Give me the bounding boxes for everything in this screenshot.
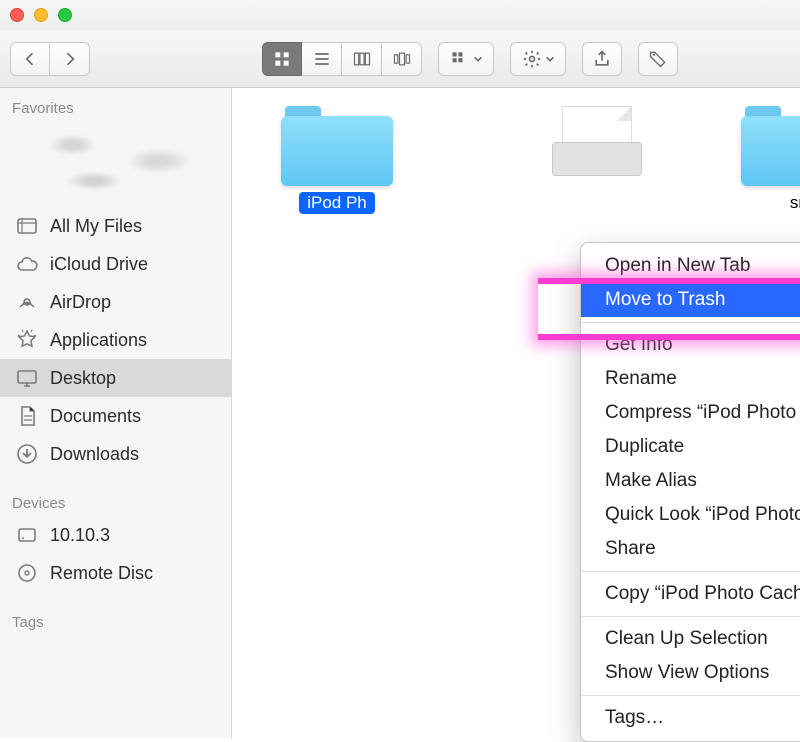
all-my-files-icon [14,213,40,239]
window-titlebar [0,0,800,30]
share-icon [592,49,612,69]
ctx-tags[interactable]: Tags… [581,701,800,735]
context-menu: Open in New Tab Move to Trash Get Info R… [580,242,800,742]
view-mode-segment [262,42,422,76]
menu-separator [581,322,800,323]
ctx-quick-look[interactable]: Quick Look “iPod Photo Cache” [581,498,800,532]
sidebar-item-label: AirDrop [50,292,111,313]
columns-icon [352,49,372,69]
sidebar-item-airdrop[interactable]: AirDrop [0,283,231,321]
sidebar-item-label: 10.10.3 [50,525,110,546]
action-button[interactable] [510,42,566,76]
ctx-rename[interactable]: Rename [581,362,800,396]
list-icon [312,49,332,69]
airdrop-icon [14,289,40,315]
file-label: iPod Ph [299,192,375,214]
file-item-printer[interactable] [532,106,662,192]
chevron-down-icon [545,54,555,64]
coverflow-view-button[interactable] [382,42,422,76]
redacted-area [8,121,223,201]
list-view-button[interactable] [302,42,342,76]
ctx-open-in-new-tab[interactable]: Open in New Tab [581,249,800,283]
minimize-window-button[interactable] [34,8,48,22]
ctx-show-view-options[interactable]: Show View Options [581,656,800,690]
menu-separator [581,695,800,696]
sidebar-item-documents[interactable]: Documents [0,397,231,435]
sidebar-header-tags: Tags [0,606,231,635]
column-view-button[interactable] [342,42,382,76]
sidebar-item-label: Desktop [50,368,116,389]
file-label: sr [782,192,800,214]
cloud-icon [14,251,40,277]
sidebar-header-favorites: Favorites [0,92,231,121]
ctx-move-to-trash[interactable]: Move to Trash [581,283,800,317]
ctx-share[interactable]: Share▶ [581,532,800,566]
documents-icon [14,403,40,429]
close-window-button[interactable] [10,8,24,22]
grid-icon [272,49,292,69]
sidebar-item-label: Remote Disc [50,563,153,584]
chevron-right-icon [60,49,80,69]
coverflow-icon [392,49,412,69]
file-browser-content[interactable]: iPod Ph sr Open in New Tab Move to Trash… [232,88,800,738]
sidebar-item-label: iCloud Drive [50,254,148,275]
ctx-copy[interactable]: Copy “iPod Photo Cache” [581,577,800,611]
remote-disc-icon [14,560,40,586]
ctx-get-info[interactable]: Get Info [581,328,800,362]
icon-view-button[interactable] [262,42,302,76]
arrange-icon [450,49,470,69]
downloads-icon [14,441,40,467]
sidebar: Favorites All My Files iCloud Drive AirD… [0,88,232,738]
ctx-clean-up-selection[interactable]: Clean Up Selection [581,622,800,656]
sidebar-item-downloads[interactable]: Downloads [0,435,231,473]
chevron-left-icon [20,49,40,69]
sidebar-item-desktop[interactable]: Desktop [0,359,231,397]
sidebar-item-disk[interactable]: 10.10.3 [0,516,231,554]
desktop-icon [14,365,40,391]
sidebar-item-label: Applications [50,330,147,351]
zoom-window-button[interactable] [58,8,72,22]
applications-icon [14,327,40,353]
traffic-lights [10,8,72,22]
nav-segment [10,42,90,76]
printer-document-icon [552,106,642,186]
ctx-duplicate[interactable]: Duplicate [581,430,800,464]
sidebar-item-all-my-files[interactable]: All My Files [0,207,231,245]
sidebar-item-label: All My Files [50,216,142,237]
arrange-button[interactable] [438,42,494,76]
menu-separator [581,571,800,572]
tags-button[interactable] [638,42,678,76]
folder-icon [741,106,800,186]
harddrive-icon [14,522,40,548]
folder-icon [281,106,393,186]
sidebar-item-label: Documents [50,406,141,427]
sidebar-header-devices: Devices [0,487,231,516]
tag-icon [648,49,668,69]
sidebar-item-applications[interactable]: Applications [0,321,231,359]
ctx-make-alias[interactable]: Make Alias [581,464,800,498]
ctx-compress[interactable]: Compress “iPod Photo Cache” [581,396,800,430]
sidebar-item-icloud-drive[interactable]: iCloud Drive [0,245,231,283]
forward-button[interactable] [50,42,90,76]
sidebar-item-label: Downloads [50,444,139,465]
file-item-selected[interactable]: iPod Ph [272,106,402,214]
menu-separator [581,616,800,617]
back-button[interactable] [10,42,50,76]
gear-icon [522,49,542,69]
file-item-folder-right[interactable]: sr [732,106,800,214]
sidebar-item-remote-disc[interactable]: Remote Disc [0,554,231,592]
toolbar [0,30,800,88]
share-button[interactable] [582,42,622,76]
chevron-down-icon [473,54,483,64]
